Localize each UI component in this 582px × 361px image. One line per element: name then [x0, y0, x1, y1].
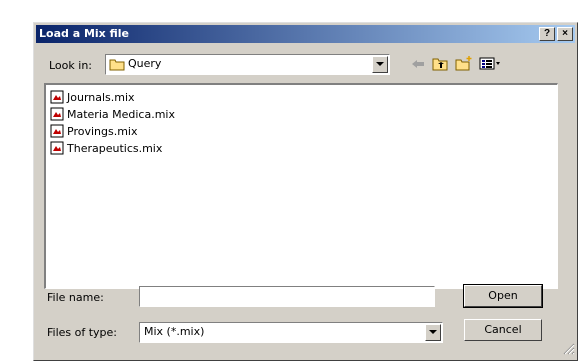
look-in-value: Query	[128, 57, 162, 70]
help-button[interactable]: ?	[539, 27, 555, 41]
files-of-type-label: Files of type:	[47, 326, 118, 339]
files-of-type-dropdown-button[interactable]	[425, 324, 441, 341]
mix-file-icon	[50, 124, 64, 141]
files-of-type-combo[interactable]: Mix (*.mix)	[139, 322, 443, 343]
mix-file-icon	[50, 90, 64, 107]
look-in-dropdown-button[interactable]	[372, 56, 388, 73]
open-button[interactable]: Open	[463, 284, 543, 308]
cancel-button[interactable]: Cancel	[464, 319, 542, 341]
dialog-title: Load a Mix file	[39, 27, 129, 40]
mix-file-icon	[50, 107, 64, 124]
new-folder-icon[interactable]	[455, 56, 473, 74]
file-name: Therapeutics.mix	[67, 142, 163, 155]
resize-grip-icon[interactable]	[563, 343, 575, 358]
file-name-input[interactable]	[139, 286, 435, 307]
files-of-type-value: Mix (*.mix)	[144, 325, 205, 338]
mix-file-icon	[50, 141, 64, 158]
look-in-label: Look in:	[49, 59, 92, 72]
file-list[interactable]: Journals.mix Materia Medica.mix Provings…	[44, 83, 558, 289]
close-button[interactable]: ×	[557, 27, 573, 41]
up-folder-icon[interactable]	[432, 56, 449, 74]
view-menu-icon[interactable]	[479, 56, 503, 74]
file-name: Journals.mix	[67, 91, 135, 104]
file-name-label: File name:	[47, 291, 104, 304]
title-bar[interactable]: Load a Mix file ? ×	[36, 25, 575, 43]
file-name: Provings.mix	[67, 125, 138, 138]
folder-icon	[109, 58, 125, 74]
file-name: Materia Medica.mix	[67, 108, 175, 121]
back-arrow-icon[interactable]	[411, 58, 425, 73]
look-in-combo[interactable]: Query	[105, 54, 390, 75]
load-mix-dialog: Load a Mix file ? × Look in: Query Journ…	[33, 22, 578, 361]
